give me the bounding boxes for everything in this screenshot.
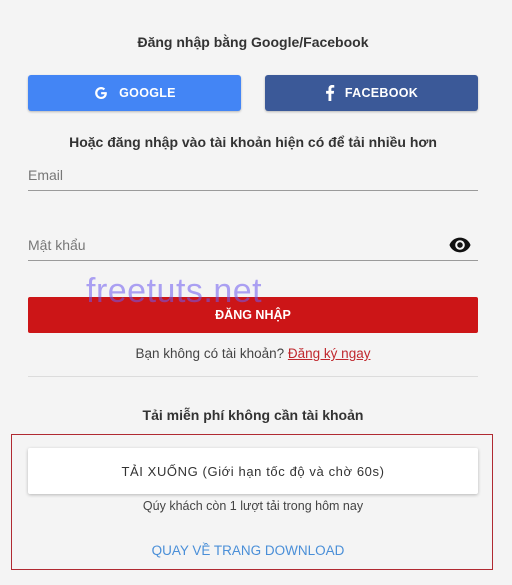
download-quota-text: Qúy khách còn 1 lượt tải trong hôm nay [142,499,364,513]
google-icon [93,85,109,101]
google-login-label: GOOGLE [119,86,176,100]
eye-icon[interactable] [449,236,471,259]
email-field-underline [28,190,478,191]
password-field-underline [28,260,478,261]
facebook-icon [325,85,335,101]
google-login-button[interactable]: GOOGLE [28,75,241,111]
password-field[interactable]: Mật khẩu [28,237,86,253]
watermark-logo: freetuts.net [86,272,263,310]
signup-prompt: Bạn không có tài khoản? [135,346,285,361]
download-button[interactable]: TẢI XUỐNG (Giới hạn tốc độ và chờ 60s) [28,448,478,494]
facebook-login-button[interactable]: FACEBOOK [265,75,478,111]
signup-row: Bạn không có tài khoản? Đăng ký ngay [0,346,506,361]
back-to-download-link[interactable]: QUAY VỀ TRANG DOWNLOAD [0,543,496,558]
login-section-title: Hoặc đăng nhập vào tài khoản hiện có để … [69,134,437,150]
signup-link[interactable]: Đăng ký ngay [288,346,371,361]
guest-download-title: Tải miễn phí không cần tài khoản [142,407,364,423]
section-divider [28,376,478,377]
social-login-title: Đăng nhập bằng Google/Facebook [137,34,369,50]
email-field[interactable]: Email [28,167,63,183]
facebook-login-label: FACEBOOK [344,86,419,100]
